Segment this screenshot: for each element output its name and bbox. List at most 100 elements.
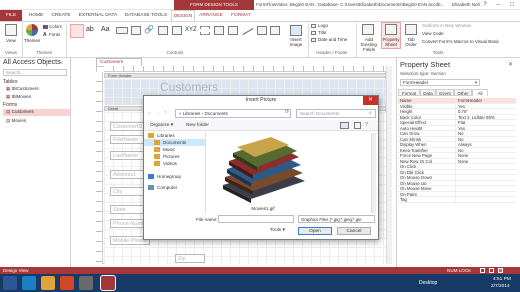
document-tab-customers[interactable]: Customers (96, 58, 142, 66)
tree-item-documents[interactable]: Documents (144, 139, 205, 146)
property-value[interactable] (456, 192, 516, 197)
form-header-title[interactable]: Customers (160, 80, 218, 94)
fonts-button[interactable]: Fonts (49, 32, 60, 37)
tree-item-homegroup[interactable]: Homegroup (144, 173, 205, 180)
new-folder-button[interactable]: New folder (186, 123, 209, 128)
tree-item-computer[interactable]: Computer (144, 184, 205, 191)
help-button[interactable]: ? (478, 0, 492, 10)
file-type-filter[interactable]: Graphics Files (*.jpg;*.jpeg;*.jpe (298, 215, 375, 223)
help-icon[interactable]: ? (365, 122, 368, 128)
property-value[interactable] (456, 170, 516, 175)
property-sheet-button[interactable]: Property Sheet (381, 37, 401, 47)
dialog-search-input[interactable]: Search Documents (296, 109, 376, 118)
ps-tab-other[interactable]: Other (454, 89, 472, 96)
nav-pane-title[interactable]: All Access Objects (3, 59, 61, 66)
property-value[interactable] (456, 181, 516, 186)
property-value[interactable]: Text 2, Lighter 80% (456, 115, 516, 119)
property-row[interactable]: Tag (398, 197, 516, 203)
filename-input[interactable] (218, 215, 294, 223)
property-value[interactable]: Yes (456, 126, 516, 130)
themes-button[interactable]: Themes (23, 38, 41, 43)
refresh-icon[interactable]: ⟳ (285, 109, 289, 115)
ps-tab-event[interactable]: Event (436, 89, 454, 96)
chevron-down-icon[interactable]: ▼ (474, 80, 478, 85)
view-code-button[interactable]: View Code (422, 31, 444, 36)
tree-item-pictures[interactable]: Pictures (144, 153, 205, 160)
property-value[interactable]: None (456, 153, 516, 157)
organize-button[interactable]: Organize ▾ (150, 123, 173, 128)
field-zip[interactable]: Zip (175, 254, 205, 263)
textbox-icon[interactable]: ab (86, 26, 94, 33)
property-value[interactable]: None (456, 159, 516, 163)
cancel-button[interactable]: Cancel (337, 227, 371, 235)
open-button[interactable]: Open (298, 227, 332, 235)
page-break-icon[interactable] (200, 26, 210, 35)
option-group-icon[interactable]: XYZ (185, 27, 197, 33)
tab-home[interactable]: HOME (24, 10, 48, 21)
title-button[interactable]: Title (318, 30, 326, 35)
file-list-scrollbar[interactable] (371, 133, 376, 213)
ps-tab-format[interactable]: Format (398, 89, 420, 96)
property-value[interactable] (456, 175, 516, 180)
property-value[interactable]: FormHeader (456, 98, 516, 102)
web-browser-icon[interactable] (158, 26, 168, 35)
tab-control-icon[interactable] (131, 26, 141, 35)
nav-search-input[interactable]: Search... (3, 69, 67, 76)
view-button[interactable]: View (2, 38, 20, 43)
property-value[interactable]: Always (456, 142, 516, 146)
tree-item-videos[interactable]: Videos (144, 160, 205, 167)
minimize-button[interactable]: – (491, 0, 505, 10)
property-value[interactable] (456, 164, 516, 169)
tab-arrange[interactable]: ARRANGE (196, 10, 226, 21)
more-controls-icon[interactable] (270, 26, 280, 35)
tools-dropdown[interactable]: Tools ▾ (270, 228, 285, 233)
nav-collapse-icon[interactable]: « (60, 60, 63, 66)
colors-button[interactable]: Colors (49, 24, 62, 29)
app-icon[interactable] (79, 276, 93, 290)
desktop-label[interactable]: Desktop (419, 280, 437, 286)
tree-item-libraries[interactable]: Libraries (144, 132, 205, 139)
date-time-button[interactable]: Date and Time (318, 37, 347, 42)
insert-image-button[interactable]: Insert Image (286, 37, 306, 47)
layout-view-icon[interactable] (489, 268, 494, 273)
dialog-close-button[interactable]: ✕ (363, 96, 378, 105)
ps-tab-all[interactable]: All (472, 89, 488, 96)
property-sheet-close-icon[interactable]: ✕ (508, 61, 513, 68)
property-value[interactable]: No (456, 131, 516, 135)
hyperlink-icon[interactable]: 🔗 (144, 25, 154, 34)
restore-button[interactable]: □ (505, 0, 519, 10)
clock-date[interactable]: 2/7/2014 (491, 284, 510, 289)
file-explorer-icon[interactable] (41, 276, 55, 290)
nav-section-tables[interactable]: Tables (3, 79, 17, 85)
property-value[interactable] (456, 186, 516, 191)
file-name-label[interactable]: Movies1.gif (217, 206, 309, 211)
tab-design[interactable]: DESIGN (171, 10, 195, 21)
media-player-icon[interactable] (60, 276, 74, 290)
nav-section-forms[interactable]: Forms (3, 102, 17, 108)
preview-pane-icon[interactable] (354, 122, 361, 129)
subform-new-window-button[interactable]: Subform in New Window (422, 23, 471, 28)
nav-item-tblcustomers[interactable]: ▦ tblCustomers (3, 86, 70, 92)
start-icon[interactable] (3, 276, 17, 290)
change-view-icon[interactable] (340, 122, 349, 129)
navigation-control-icon[interactable] (172, 26, 182, 35)
button-control-icon[interactable] (116, 27, 128, 34)
tab-database-tools[interactable]: DATABASE TOOLS (122, 10, 170, 21)
nav-item-tblmovies[interactable]: ▦ tblMovies (3, 94, 70, 100)
address-bar[interactable]: « Libraries › Documents (175, 109, 291, 118)
band-form-header[interactable]: Form Header (104, 73, 386, 78)
property-value[interactable]: No (456, 137, 516, 141)
ps-tab-data[interactable]: Data (420, 89, 436, 96)
clock-time[interactable]: 4:51 PM (493, 277, 511, 282)
movies-thumbnail[interactable] (217, 135, 309, 204)
chart-control-icon[interactable] (228, 26, 238, 35)
tree-item-music[interactable]: Music (144, 146, 205, 153)
property-value[interactable]: Flat (456, 120, 516, 124)
tab-format[interactable]: FORMAT (227, 10, 255, 21)
property-value[interactable] (456, 197, 516, 202)
form-view-icon[interactable] (480, 268, 485, 273)
property-value[interactable]: Yes (456, 104, 516, 108)
tab-create[interactable]: CREATE (48, 10, 74, 21)
forward-arrow-icon[interactable]: → (155, 110, 160, 116)
user-name[interactable]: Elizabeth Noh (452, 0, 480, 10)
